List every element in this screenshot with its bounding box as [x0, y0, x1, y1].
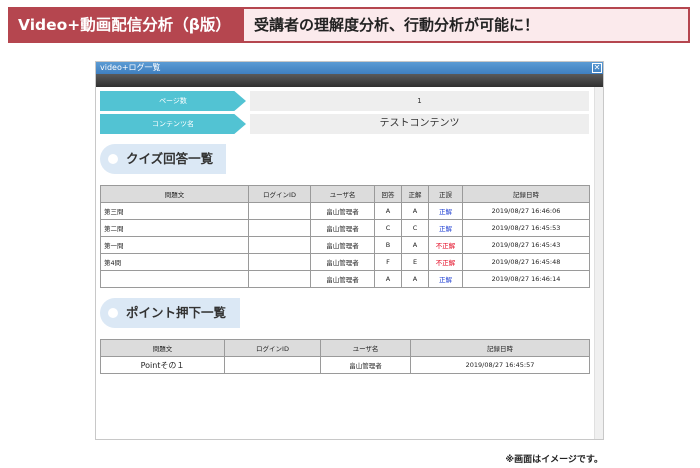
table-row[interactable]: 第二問 畠山管理者 C C 正解 2019/08/27 16:45:53 — [100, 219, 590, 237]
cell-answer: A — [374, 202, 402, 220]
cell-datetime: 2019/08/27 16:45:48 — [462, 253, 590, 271]
col-header-login-id[interactable]: ログインID — [248, 185, 311, 203]
page-count-row: ページ数 1 — [100, 91, 589, 111]
cell-correct: E — [401, 253, 429, 271]
cell-result: 正解 — [428, 270, 463, 288]
cell-result: 正解 — [428, 219, 463, 237]
col-header-answer[interactable]: 回答 — [374, 185, 402, 203]
cell-user: 畠山管理者 — [310, 202, 375, 220]
cell-user: 畠山管理者 — [310, 219, 375, 237]
cell-result: 不正解 — [428, 236, 463, 254]
cell-login-id — [248, 219, 311, 237]
cell-question: 第一問 — [100, 236, 249, 254]
table-row[interactable]: 第一問 畠山管理者 B A 不正解 2019/08/27 16:45:43 — [100, 236, 590, 254]
quiz-section-header: クイズ回答一覧 — [100, 144, 226, 174]
cell-question: 第二問 — [100, 219, 249, 237]
close-icon[interactable]: ✕ — [592, 63, 602, 73]
cell-question — [100, 270, 249, 288]
table-row[interactable]: Pointその１ 畠山管理者 2019/08/27 16:45:57 — [100, 356, 590, 374]
cell-answer: A — [374, 270, 402, 288]
page-count-label: ページ数 — [100, 91, 246, 111]
col-header-datetime[interactable]: 記録日時 — [410, 339, 590, 357]
window-title: video+ログ一覧 — [100, 63, 161, 72]
col-header-correct[interactable]: 正解 — [401, 185, 429, 203]
window-titlebar: video+ログ一覧 ✕ — [96, 62, 603, 74]
cell-answer: C — [374, 219, 402, 237]
image-note: ※画面はイメージです。 — [505, 455, 603, 465]
cell-datetime: 2019/08/27 16:46:14 — [462, 270, 590, 288]
bullet-icon — [108, 154, 118, 164]
cell-correct: A — [401, 270, 429, 288]
table-row[interactable]: 第三問 畠山管理者 A A 正解 2019/08/27 16:46:06 — [100, 202, 590, 220]
cell-user: 畠山管理者 — [310, 270, 375, 288]
cell-result: 不正解 — [428, 253, 463, 271]
cell-user: 畠山管理者 — [310, 236, 375, 254]
table-row[interactable]: 第4問 畠山管理者 F E 不正解 2019/08/27 16:45:48 — [100, 253, 590, 271]
cell-question: Pointその１ — [100, 356, 225, 374]
cell-correct: A — [401, 236, 429, 254]
cell-correct: A — [401, 202, 429, 220]
col-header-login-id[interactable]: ログインID — [224, 339, 321, 357]
point-press-table: 問題文 ログインID ユーザ名 記録日時 Pointその１ 畠山管理者 2019… — [100, 339, 590, 374]
vertical-scrollbar[interactable] — [594, 87, 603, 439]
window-toolbar — [96, 74, 603, 87]
cell-answer: F — [374, 253, 402, 271]
cell-login-id — [248, 270, 311, 288]
quiz-answer-table: 問題文 ログインID ユーザ名 回答 正解 正誤 記録日時 第三問 畠山管理者 … — [100, 185, 590, 288]
cell-result: 正解 — [428, 202, 463, 220]
cell-login-id — [248, 236, 311, 254]
col-header-user[interactable]: ユーザ名 — [310, 185, 375, 203]
banner-subtitle: 受講者の理解度分析、行動分析が可能に！ — [244, 9, 688, 41]
quiz-section-title: クイズ回答一覧 — [126, 151, 214, 166]
cell-login-id — [248, 253, 311, 271]
log-list-window: video+ログ一覧 ✕ ページ数 1 コンテンツ名 テストコンテンツ クイズ回… — [95, 61, 604, 440]
points-section-header: ポイント押下一覧 — [100, 298, 240, 328]
points-section-title: ポイント押下一覧 — [126, 305, 227, 320]
cell-datetime: 2019/08/27 16:45:43 — [462, 236, 590, 254]
cell-user: 畠山管理者 — [310, 253, 375, 271]
content-name-label: コンテンツ名 — [100, 114, 246, 134]
cell-correct: C — [401, 219, 429, 237]
content-name-row: コンテンツ名 テストコンテンツ — [100, 114, 589, 134]
cell-question: 第三問 — [100, 202, 249, 220]
bullet-icon — [108, 308, 118, 318]
cell-datetime: 2019/08/27 16:45:53 — [462, 219, 590, 237]
cell-login-id — [248, 202, 311, 220]
cell-datetime: 2019/08/27 16:46:06 — [462, 202, 590, 220]
table-row[interactable]: 畠山管理者 A A 正解 2019/08/27 16:46:14 — [100, 270, 590, 288]
cell-answer: B — [374, 236, 402, 254]
col-header-datetime[interactable]: 記録日時 — [462, 185, 590, 203]
banner-title: Video+動画配信分析（β版） — [18, 16, 231, 34]
page-count-value: 1 — [250, 91, 589, 111]
content-name-value: テストコンテンツ — [250, 114, 589, 134]
col-header-question[interactable]: 問題文 — [100, 339, 225, 357]
table-header-row: 問題文 ログインID ユーザ名 回答 正解 正誤 記録日時 — [100, 185, 590, 203]
cell-user: 畠山管理者 — [320, 356, 411, 374]
table-header-row: 問題文 ログインID ユーザ名 記録日時 — [100, 339, 590, 357]
col-header-user[interactable]: ユーザ名 — [320, 339, 411, 357]
col-header-question[interactable]: 問題文 — [100, 185, 249, 203]
cell-question: 第4問 — [100, 253, 249, 271]
col-header-result[interactable]: 正誤 — [428, 185, 463, 203]
cell-login-id — [224, 356, 321, 374]
cell-datetime: 2019/08/27 16:45:57 — [410, 356, 590, 374]
top-banner: Video+動画配信分析（β版） 受講者の理解度分析、行動分析が可能に！ — [8, 7, 690, 43]
